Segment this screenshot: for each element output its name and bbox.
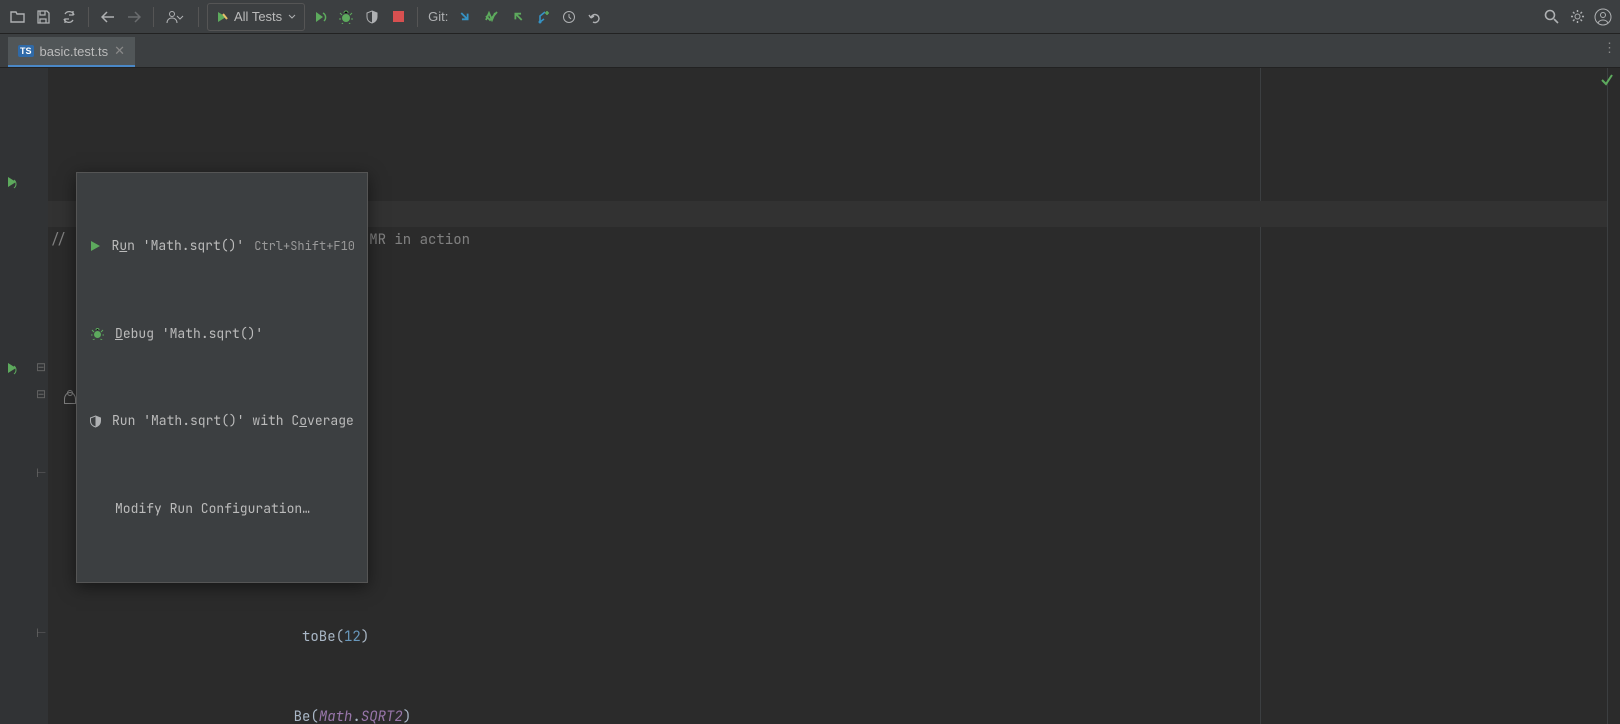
git-label: Git: bbox=[428, 9, 448, 24]
ts-file-icon: TS bbox=[18, 45, 34, 57]
avatar-icon[interactable] bbox=[1592, 6, 1614, 28]
save-icon[interactable] bbox=[32, 6, 54, 28]
gutter-run-icon[interactable] bbox=[6, 362, 20, 376]
gutter-run-icon[interactable] bbox=[6, 176, 20, 190]
git-push-icon[interactable] bbox=[506, 6, 528, 28]
sync-icon[interactable] bbox=[58, 6, 80, 28]
rerun-icon[interactable] bbox=[309, 6, 331, 28]
back-icon[interactable] bbox=[97, 6, 119, 28]
code-editor[interactable]: // Edit an assertion and save to see HMR… bbox=[48, 68, 1607, 724]
ctx-run[interactable]: Run 'Math.sqrt()' Ctrl+Shift+F10 bbox=[77, 229, 367, 264]
debug-icon[interactable] bbox=[335, 6, 357, 28]
ruler-line bbox=[1260, 68, 1261, 724]
close-tab-icon[interactable]: ✕ bbox=[114, 43, 125, 59]
ctx-debug[interactable]: Debug 'Math.sqrt()' bbox=[77, 317, 367, 352]
test-config-icon bbox=[216, 11, 228, 23]
inspection-gutter bbox=[1607, 68, 1620, 724]
editor-area: ⊟ ⊟ ⊢ ⊢ // Edit an assertion and save to… bbox=[0, 68, 1620, 724]
tab-more-icon[interactable]: ⋮ bbox=[1603, 40, 1616, 56]
fold-icon[interactable]: ⊟ bbox=[36, 387, 46, 401]
editor-gutter: ⊟ ⊟ ⊢ ⊢ bbox=[0, 68, 48, 724]
ctx-modify[interactable]: Modify Run Configuration… bbox=[77, 492, 367, 527]
editor-tabbar: TS basic.test.ts ✕ ⋮ bbox=[0, 34, 1620, 68]
debug-icon bbox=[89, 327, 105, 340]
run-icon bbox=[89, 240, 102, 252]
coverage-icon bbox=[89, 415, 102, 428]
tab-filename: basic.test.ts bbox=[40, 44, 109, 59]
ctx-coverage[interactable]: Run 'Math.sqrt()' with Coverage bbox=[77, 404, 367, 439]
coverage-icon[interactable] bbox=[361, 6, 383, 28]
author-icon bbox=[64, 392, 76, 404]
inspection-ok-icon[interactable] bbox=[1600, 74, 1614, 89]
git-pull-icon[interactable] bbox=[454, 6, 476, 28]
git-new-branch-icon[interactable] bbox=[532, 6, 554, 28]
settings-icon[interactable] bbox=[1566, 6, 1588, 28]
editor-tab[interactable]: TS basic.test.ts ✕ bbox=[8, 37, 135, 67]
search-icon[interactable] bbox=[1540, 6, 1562, 28]
fold-close-icon: ⊢ bbox=[36, 466, 46, 480]
fold-close-icon: ⊢ bbox=[36, 626, 46, 640]
git-revert-icon[interactable] bbox=[584, 6, 606, 28]
git-commit-icon[interactable] bbox=[480, 6, 502, 28]
user-icon[interactable] bbox=[162, 6, 190, 28]
chevron-down-icon bbox=[288, 14, 296, 20]
run-config-label: All Tests bbox=[234, 9, 282, 24]
run-config-selector[interactable]: All Tests bbox=[207, 3, 305, 31]
fold-icon[interactable]: ⊟ bbox=[36, 360, 46, 374]
forward-icon[interactable] bbox=[123, 6, 145, 28]
open-icon[interactable] bbox=[6, 6, 28, 28]
main-toolbar: All Tests Git: bbox=[0, 0, 1620, 34]
stop-icon[interactable] bbox=[387, 6, 409, 28]
run-context-menu: Run 'Math.sqrt()' Ctrl+Shift+F10 Debug '… bbox=[76, 172, 368, 583]
git-history-icon[interactable] bbox=[558, 6, 580, 28]
